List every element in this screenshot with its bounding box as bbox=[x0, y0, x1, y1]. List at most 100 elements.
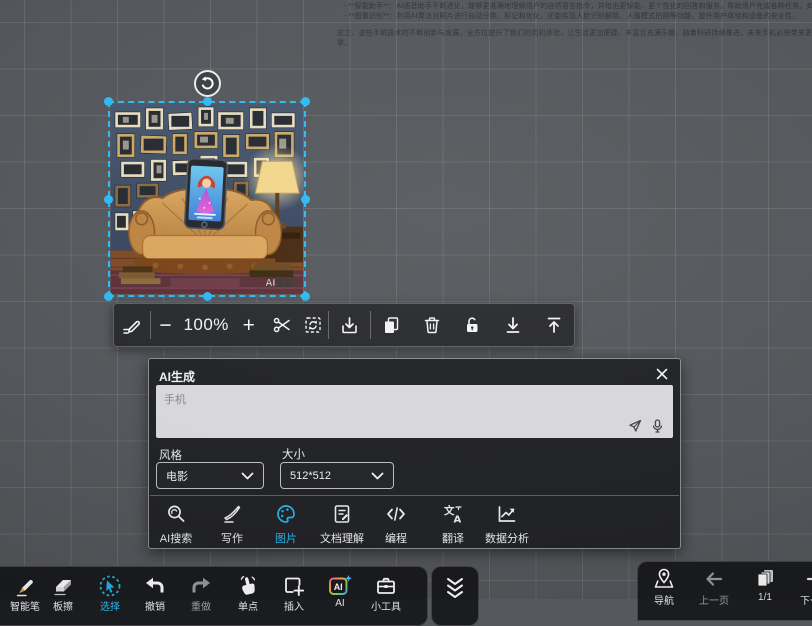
size-dropdown[interactable]: 512*512 bbox=[280, 462, 394, 489]
ai-sparkle-icon: AI bbox=[327, 574, 353, 598]
ai-generated-image: AI生成 bbox=[111, 104, 303, 294]
replace-image-icon bbox=[303, 315, 323, 335]
lock-button[interactable] bbox=[452, 304, 493, 346]
ai-generate-panel: AI生成 手机 风格 大小 电影 512*512 bbox=[148, 358, 681, 549]
tool-touch[interactable]: 单点 bbox=[226, 567, 270, 625]
zoom-out-button[interactable]: − bbox=[151, 304, 181, 346]
copy-button[interactable] bbox=[371, 304, 412, 346]
style-dropdown[interactable]: 电影 bbox=[156, 462, 264, 489]
trash-icon bbox=[422, 315, 442, 335]
tool-label: 单点 bbox=[238, 598, 258, 613]
panel-title: AI生成 bbox=[159, 368, 195, 385]
touch-icon bbox=[236, 574, 260, 598]
ai-generated-watermark: AI生成 bbox=[265, 276, 295, 289]
send-to-bottom-icon bbox=[503, 315, 523, 335]
tool-eraser[interactable]: 板擦 bbox=[41, 567, 85, 625]
selection-handle[interactable] bbox=[301, 195, 310, 204]
nav-map-button[interactable]: 导航 bbox=[639, 562, 689, 620]
import-button[interactable] bbox=[329, 304, 370, 346]
document-icon bbox=[331, 503, 353, 525]
tab-label: 数据分析 bbox=[485, 530, 529, 546]
tool-undo[interactable]: 撤销 bbox=[133, 567, 177, 625]
edit-pen-icon bbox=[121, 315, 142, 336]
tool-ai[interactable]: AI AI bbox=[318, 567, 362, 625]
code-icon bbox=[385, 503, 407, 525]
ai-prompt-input[interactable]: 手机 bbox=[156, 385, 673, 438]
selection-handle[interactable] bbox=[301, 292, 310, 301]
tool-label: 选择 bbox=[100, 598, 120, 613]
microphone-icon[interactable] bbox=[651, 419, 664, 433]
tool-label: AI bbox=[335, 598, 344, 609]
tab-label: 写作 bbox=[221, 530, 243, 546]
chevron-down-icon bbox=[241, 472, 254, 480]
tab-data-analysis[interactable]: 数据分析 bbox=[467, 503, 547, 546]
nav-page-indicator[interactable]: 1/1 bbox=[740, 562, 790, 620]
tab-label: 编程 bbox=[385, 530, 407, 546]
replace-image-button[interactable] bbox=[298, 304, 328, 346]
nav-previous-page-button[interactable]: 上一页 bbox=[689, 562, 739, 620]
zoom-level-value: 100% bbox=[180, 304, 232, 346]
arrow-left-icon bbox=[702, 567, 726, 591]
bring-to-top-button[interactable] bbox=[533, 304, 574, 346]
delete-button[interactable] bbox=[411, 304, 452, 346]
scissors-icon bbox=[272, 315, 292, 335]
nav-label: 上一页 bbox=[699, 592, 729, 607]
toolbar-collapse-button[interactable] bbox=[431, 566, 479, 626]
main-toolbar: 智能笔 板擦 选择 撤销 bbox=[0, 566, 428, 626]
tool-insert[interactable]: 插入 bbox=[272, 567, 316, 625]
tool-redo[interactable]: 重做 bbox=[179, 567, 223, 625]
tool-label: 重做 bbox=[191, 598, 211, 613]
close-button[interactable] bbox=[654, 366, 670, 382]
copy-icon bbox=[381, 315, 401, 335]
undo-icon bbox=[143, 574, 167, 598]
nav-label: 导航 bbox=[654, 592, 674, 607]
panel-divider bbox=[150, 495, 679, 496]
selection-handle[interactable] bbox=[203, 292, 212, 301]
bring-to-top-icon bbox=[544, 315, 564, 335]
tool-widgets[interactable]: 小工具 bbox=[364, 567, 408, 625]
chart-icon bbox=[496, 503, 518, 525]
selection-handle[interactable] bbox=[203, 97, 212, 106]
pages-icon bbox=[753, 567, 777, 591]
select-cursor-icon bbox=[98, 574, 122, 598]
eraser-icon bbox=[51, 574, 75, 598]
selection-handle[interactable] bbox=[301, 97, 310, 106]
selection-handle[interactable] bbox=[104, 195, 113, 204]
tab-label: AI搜索 bbox=[160, 530, 192, 546]
palette-icon bbox=[275, 503, 297, 525]
tool-label: 智能笔 bbox=[10, 598, 40, 613]
rotate-icon bbox=[200, 76, 215, 91]
svg-text:AI: AI bbox=[334, 582, 343, 592]
send-to-bottom-button[interactable] bbox=[493, 304, 534, 346]
svg-text:A: A bbox=[454, 515, 462, 526]
selection-handle[interactable] bbox=[104, 97, 113, 106]
unlock-icon bbox=[462, 315, 482, 335]
rotate-handle[interactable] bbox=[194, 70, 221, 97]
tool-select[interactable]: 选择 bbox=[88, 567, 132, 625]
tool-label: 插入 bbox=[284, 598, 304, 613]
nav-next-page-button[interactable]: 下一页 bbox=[790, 562, 812, 620]
arrow-right-icon bbox=[803, 567, 812, 591]
tab-label: 图片 bbox=[275, 530, 297, 546]
map-pin-icon bbox=[652, 567, 676, 591]
nav-label: 1/1 bbox=[758, 592, 772, 603]
translate-icon: 文 A bbox=[442, 503, 464, 525]
tab-label: 翻译 bbox=[442, 530, 464, 546]
nav-label: 下一页 bbox=[800, 592, 812, 607]
style-selected-value: 电影 bbox=[166, 468, 241, 484]
selected-image-frame[interactable]: AI生成 bbox=[108, 101, 306, 297]
send-icon[interactable] bbox=[628, 419, 642, 433]
redo-icon bbox=[189, 574, 213, 598]
document-line: - **智能助手**：AI语音助手不断进化，能够更准确地理解用户的自然语言指令，… bbox=[344, 2, 812, 12]
page-navigation-bar: 导航 上一页 1/1 下一页 bbox=[637, 561, 812, 621]
document-line: 章。 bbox=[337, 39, 351, 49]
crop-button[interactable] bbox=[266, 304, 299, 346]
edit-annotate-button[interactable] bbox=[114, 304, 150, 346]
ai-search-icon bbox=[165, 503, 187, 525]
import-box-icon bbox=[339, 315, 360, 336]
size-field-label: 大小 bbox=[282, 446, 305, 462]
selection-handle[interactable] bbox=[104, 292, 113, 301]
chevron-down-icon bbox=[371, 472, 384, 480]
insert-icon bbox=[282, 574, 306, 598]
zoom-in-button[interactable]: + bbox=[232, 304, 266, 346]
